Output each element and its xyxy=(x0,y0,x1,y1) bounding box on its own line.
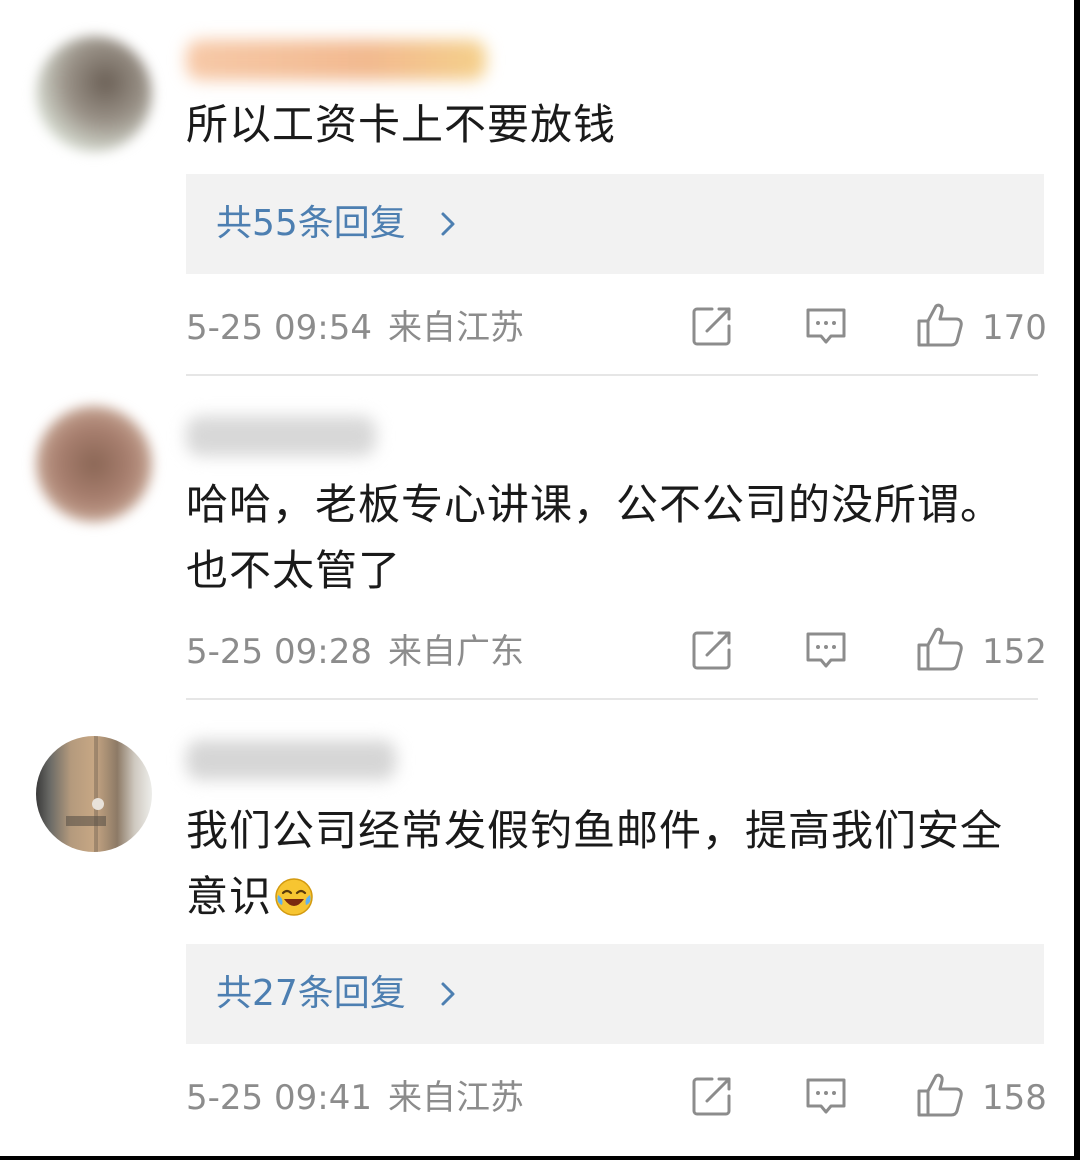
username[interactable] xyxy=(186,40,486,80)
like-count: 152 xyxy=(982,632,1047,672)
comment-text: 我们公司经常发假钓鱼邮件，提高我们安全意识 xyxy=(186,798,1038,930)
share-icon[interactable] xyxy=(690,628,734,672)
frame-border xyxy=(1074,0,1080,1160)
comment-meta: 5-25 09:54 来自江苏 xyxy=(186,306,524,350)
comment-text: 所以工资卡上不要放钱 xyxy=(186,100,617,149)
share-icon[interactable] xyxy=(690,304,734,348)
username[interactable] xyxy=(186,740,396,780)
location: 来自广东 xyxy=(387,632,524,672)
thumbs-up-icon[interactable] xyxy=(916,302,964,348)
location: 来自江苏 xyxy=(387,1078,524,1118)
avatar[interactable] xyxy=(36,36,152,152)
chevron-right-icon xyxy=(441,982,455,1006)
avatar[interactable] xyxy=(36,736,152,852)
comment-icon[interactable] xyxy=(804,628,848,672)
comment-meta: 5-25 09:28 来自广东 xyxy=(186,630,524,674)
replies-label: 共55条回复 xyxy=(216,203,406,244)
frame-border xyxy=(0,1156,1080,1160)
comment-item: 所以工资卡上不要放钱 共55条回复 5-25 09:54 来自江苏 170 xyxy=(0,0,1074,376)
avatar-image xyxy=(66,736,106,852)
comment-icon[interactable] xyxy=(804,1074,848,1118)
replies-button[interactable]: 共55条回复 xyxy=(186,174,1044,274)
location: 来自江苏 xyxy=(387,308,524,348)
replies-button[interactable]: 共27条回复 xyxy=(186,944,1044,1044)
replies-label: 共27条回复 xyxy=(216,973,406,1014)
timestamp: 5-25 09:28 xyxy=(186,632,372,672)
thumbs-up-icon[interactable] xyxy=(916,626,964,672)
comment-meta: 5-25 09:41 来自江苏 xyxy=(186,1076,524,1120)
like-count: 158 xyxy=(982,1078,1047,1118)
like-count: 170 xyxy=(982,308,1047,348)
comment-text: 哈哈，老板专心讲课，公不公司的没所谓。也不太管了 xyxy=(186,480,1004,595)
crying-laughing-emoji xyxy=(275,878,313,916)
thumbs-up-icon[interactable] xyxy=(916,1072,964,1118)
timestamp: 5-25 09:54 xyxy=(186,308,372,348)
comment-item: 哈哈，老板专心讲课，公不公司的没所谓。也不太管了 5-25 09:28 来自广东 … xyxy=(0,376,1074,700)
comment-icon[interactable] xyxy=(804,304,848,348)
chevron-right-icon xyxy=(441,212,455,236)
timestamp: 5-25 09:41 xyxy=(186,1078,372,1118)
share-icon[interactable] xyxy=(690,1074,734,1118)
username[interactable] xyxy=(186,416,376,456)
comment-item: 我们公司经常发假钓鱼邮件，提高我们安全意识 共27条回复 5-25 09:41 来… xyxy=(0,700,1074,1156)
avatar[interactable] xyxy=(36,406,152,522)
